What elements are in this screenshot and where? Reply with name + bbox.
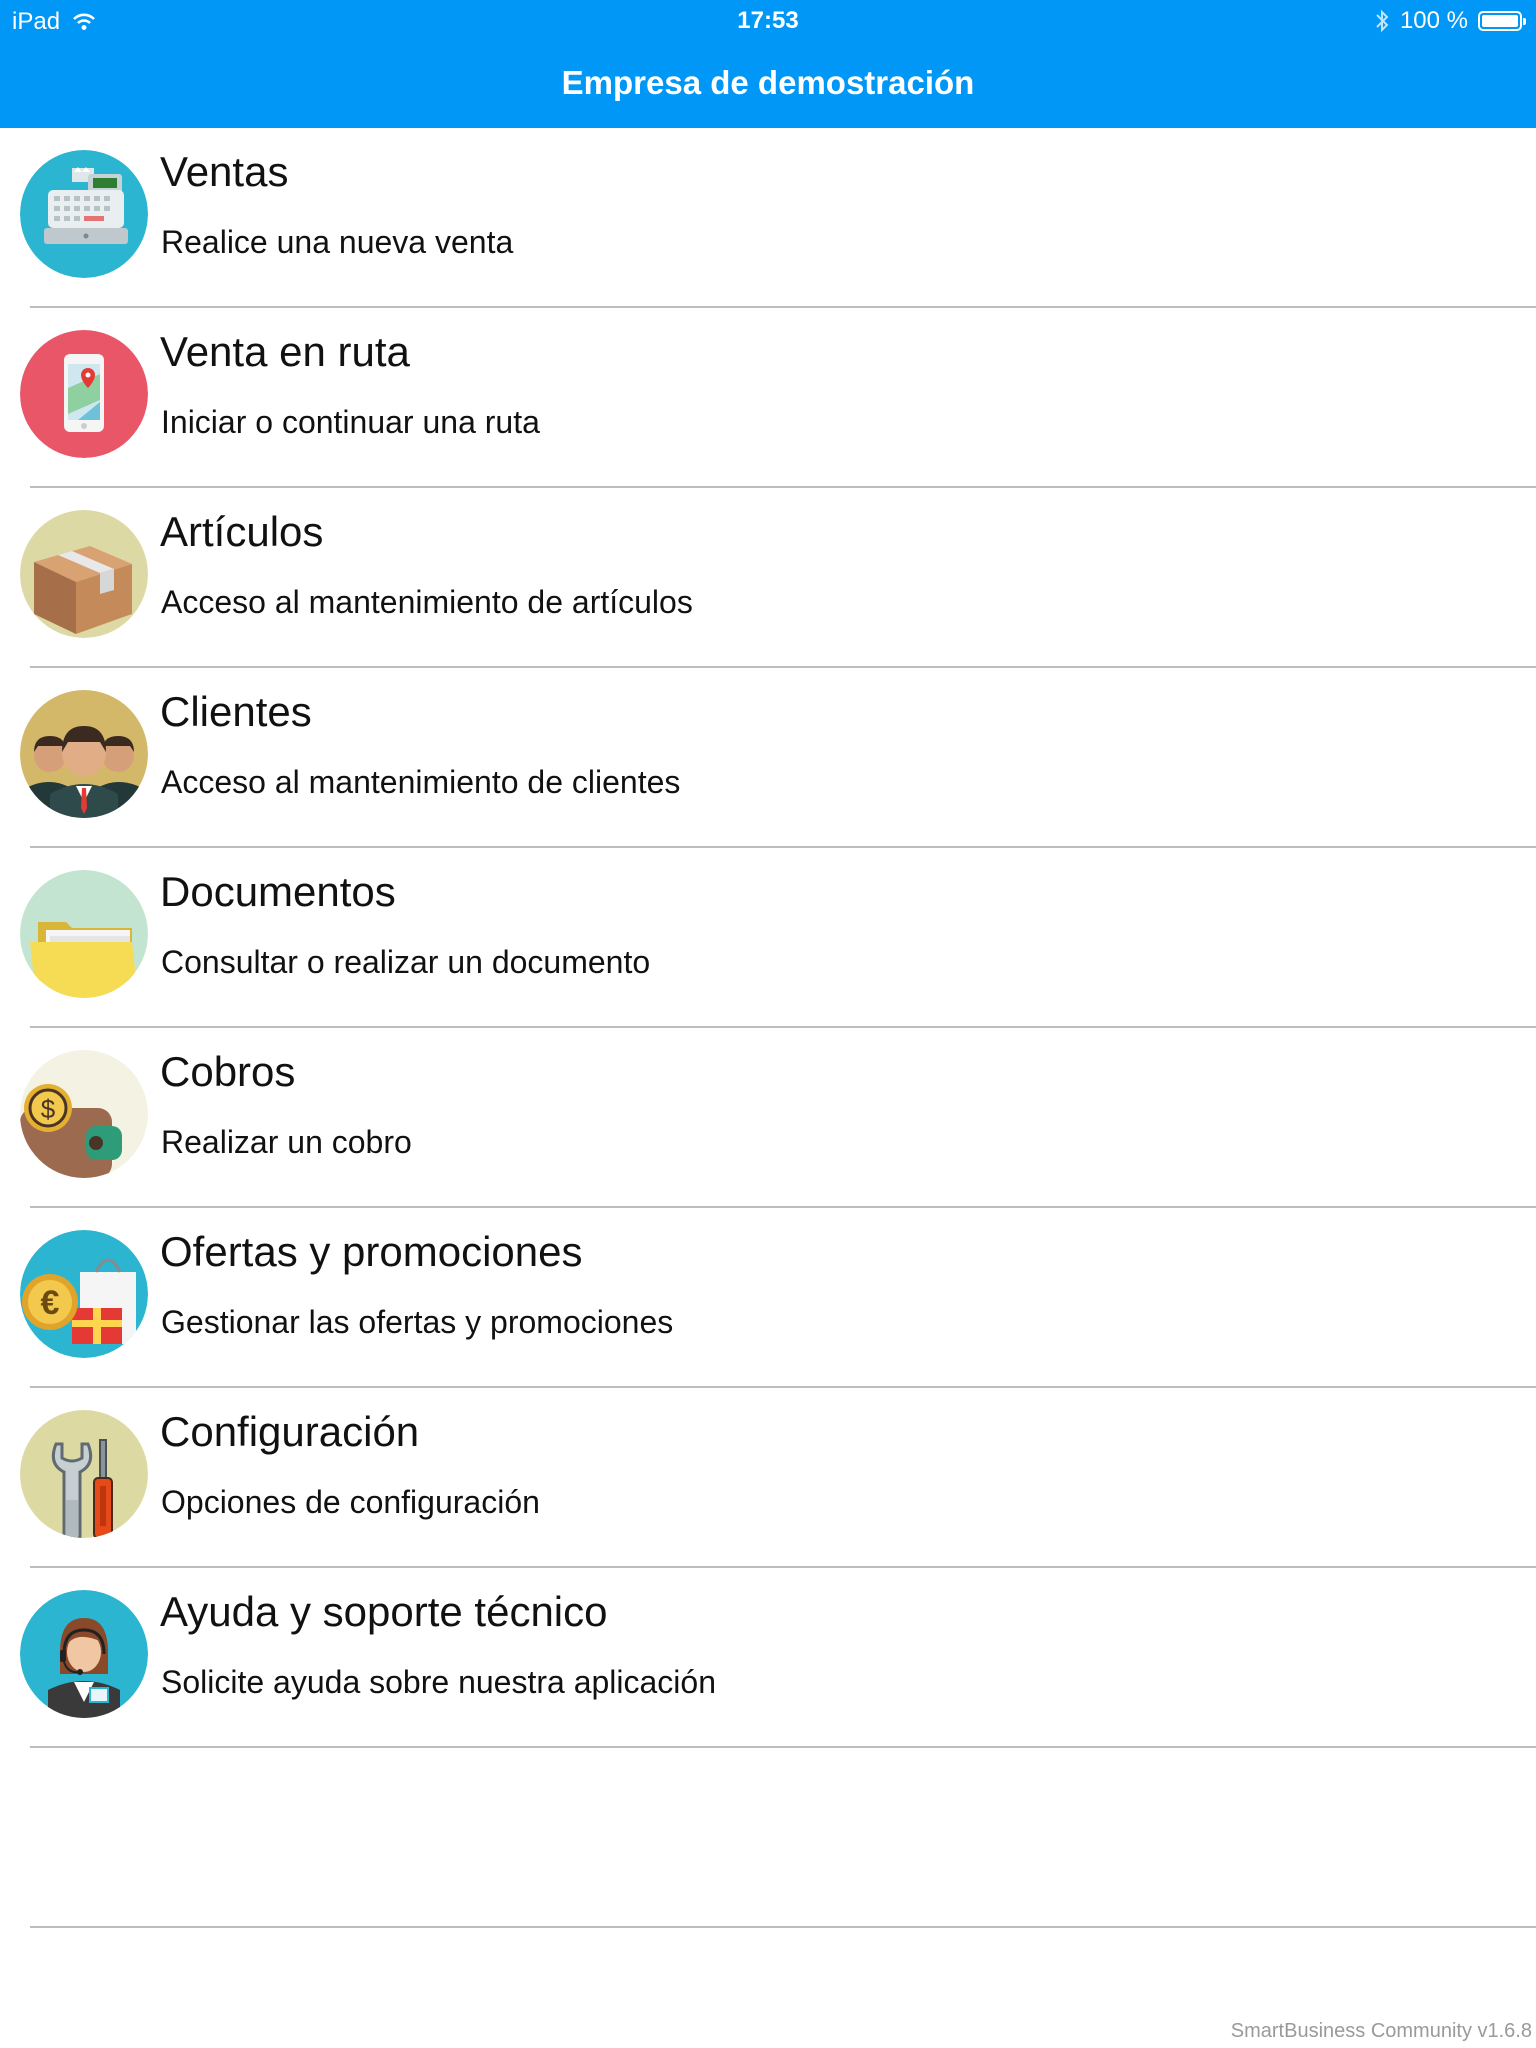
menu-item-subtitle: Acceso al mantenimiento de clientes: [161, 764, 681, 800]
phone-map-icon: [20, 330, 148, 458]
menu-item-title: Venta en ruta: [160, 328, 410, 375]
status-time: 17:53: [737, 7, 799, 34]
tools-icon: [20, 1410, 148, 1538]
menu-item-articulos[interactable]: Artículos Acceso al mantenimiento de art…: [0, 488, 1536, 668]
menu-item-subtitle: Gestionar las ofertas y promociones: [161, 1304, 674, 1340]
menu-item-title: Clientes: [160, 688, 312, 735]
menu-item-documentos[interactable]: Documentos Consultar o realizar un docum…: [0, 848, 1536, 1028]
menu-item-subtitle: Realizar un cobro: [161, 1124, 412, 1160]
menu-item-title: Cobros: [160, 1048, 296, 1095]
menu-item-configuracion[interactable]: Configuración Opciones de configuración: [0, 1388, 1536, 1568]
bluetooth-icon: [1376, 9, 1389, 33]
menu-item-clientes[interactable]: Clientes Acceso al mantenimiento de clie…: [0, 668, 1536, 848]
menu-item-title: Documentos: [160, 868, 396, 915]
battery-percent: 100 %: [1399, 7, 1468, 34]
menu-item-subtitle: Realice una nueva venta: [161, 224, 514, 260]
menu-item-subtitle: Iniciar o continuar una ruta: [161, 404, 540, 440]
menu-item-subtitle: Acceso al mantenimiento de artículos: [161, 584, 693, 620]
menu-item-title: Ofertas y promociones: [160, 1228, 583, 1275]
menu-item-title: Artículos: [160, 508, 324, 555]
status-right: 100 %: [1374, 7, 1526, 35]
app-version: SmartBusiness Community v1.6.8: [1230, 2020, 1532, 2042]
menu-item-title: Ayuda y soporte técnico: [160, 1588, 608, 1635]
menu-item-ayuda[interactable]: Ayuda y soporte técnico Solicite ayuda s…: [0, 1568, 1536, 1748]
support-agent-icon: [20, 1590, 148, 1718]
menu-item-venta-en-ruta[interactable]: Venta en ruta Iniciar o continuar una ru…: [0, 308, 1536, 488]
menu-item-title: Ventas: [160, 148, 289, 195]
menu-item-ofertas[interactable]: € Ofertas y promociones Gestionar las of…: [0, 1208, 1536, 1388]
menu-item-cobros[interactable]: $ Cobros Realizar un cobro: [0, 1028, 1536, 1208]
menu-item-ventas[interactable]: Ventas Realice una nueva venta: [0, 128, 1536, 308]
wallet-coin-icon: $: [20, 1050, 148, 1178]
menu-item-subtitle: Solicite ayuda sobre nuestra aplicación: [161, 1664, 716, 1700]
euro-gift-icon: €: [20, 1230, 148, 1358]
box-icon: [20, 510, 148, 638]
folder-icon: [20, 870, 148, 998]
svg-text:€: €: [41, 1284, 60, 1322]
cash-register-icon: [20, 150, 148, 278]
app-header: iPad 17:53 100 % Empresa de demostración: [0, 0, 1536, 128]
svg-text:$: $: [41, 1094, 56, 1124]
menu-item-subtitle: Consultar o realizar un documento: [161, 944, 651, 980]
battery-icon: [1478, 11, 1526, 31]
page-title: Empresa de demostración: [561, 64, 975, 101]
menu-item-title: Configuración: [160, 1408, 420, 1455]
menu-item-subtitle: Opciones de configuración: [161, 1484, 540, 1520]
divider: [30, 1926, 1536, 1928]
people-icon: [20, 690, 148, 818]
divider: [30, 1746, 1536, 1748]
